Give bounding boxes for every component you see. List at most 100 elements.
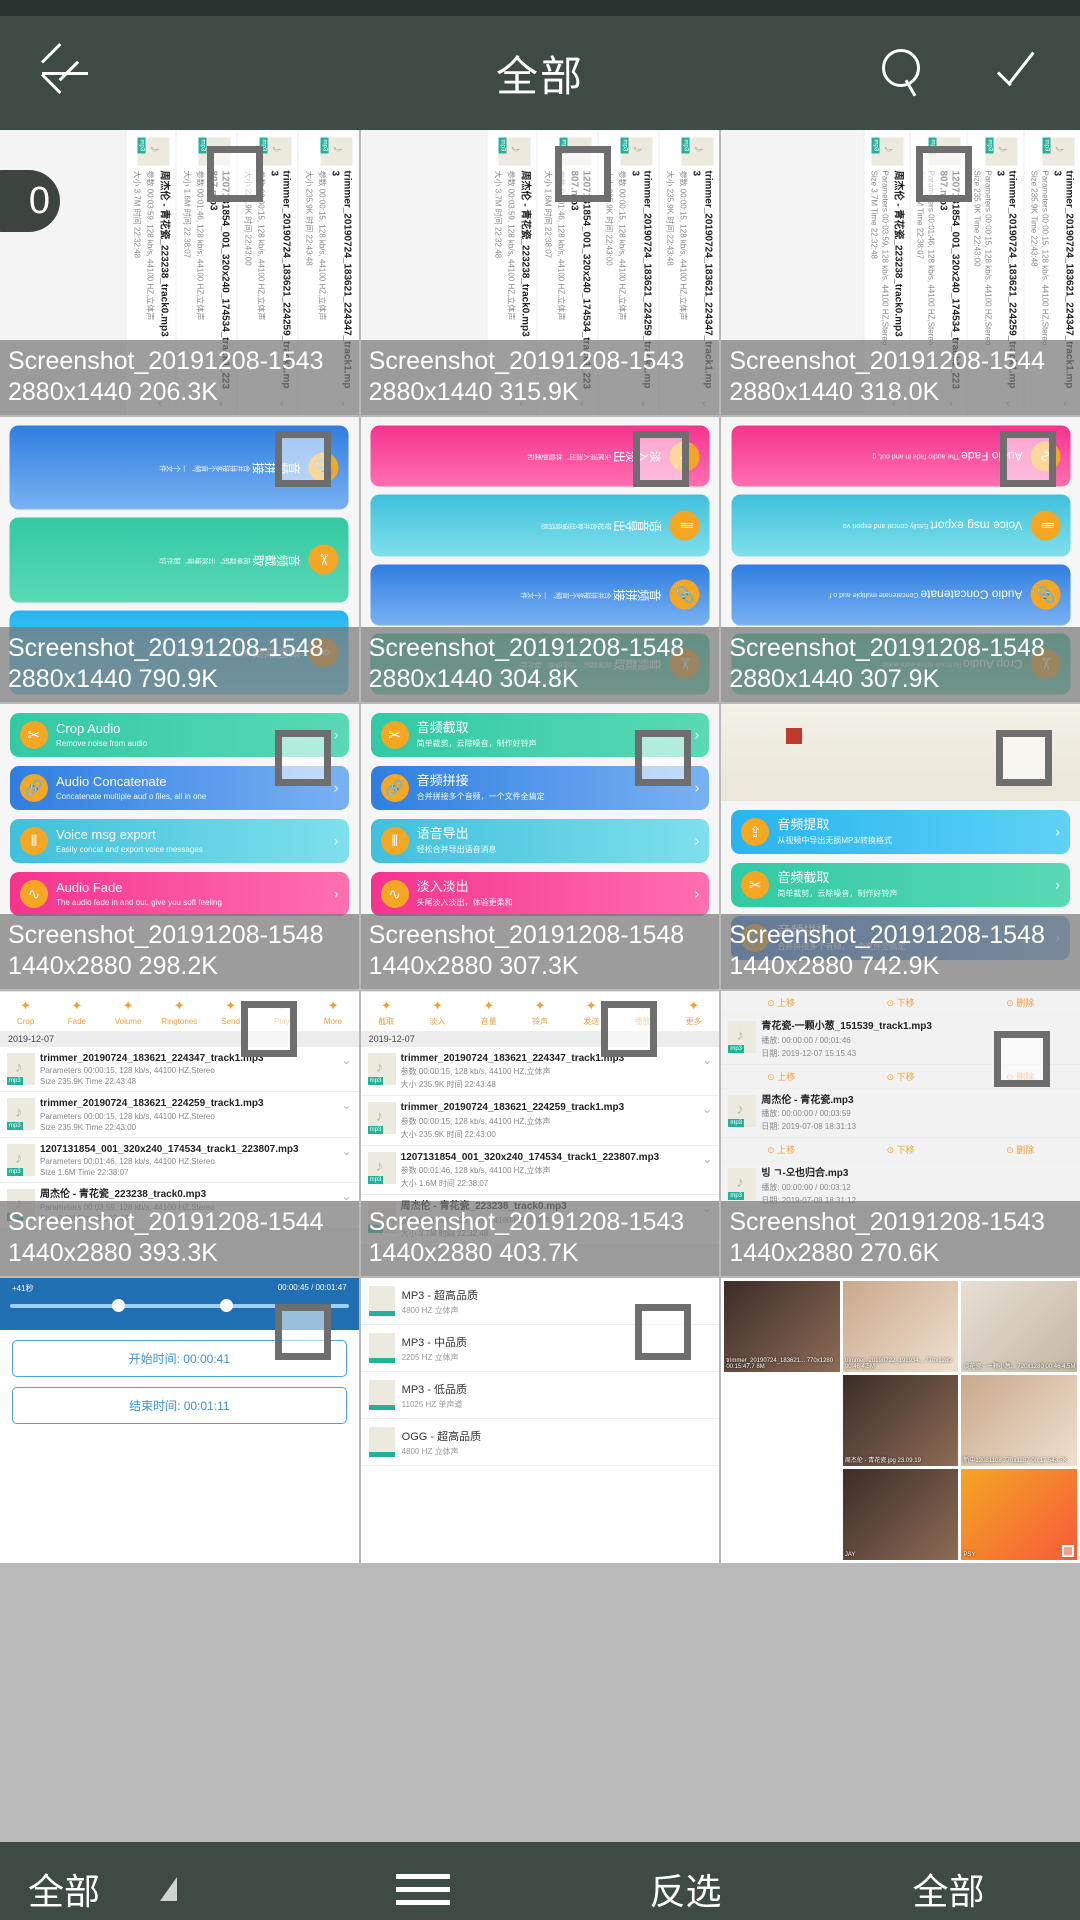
triangle-dropdown-icon[interactable] [160,1877,178,1901]
chevron-down-icon[interactable]: ⌄ [342,1144,352,1158]
delete-button[interactable]: ⊙ 删除 [960,991,1080,1014]
feature-card[interactable]: ✂ 音频截取 简单裁剪，云除噪音，制作好铃声 › [731,862,1070,907]
select-all-button[interactable]: 全部 [817,1863,1080,1915]
chevron-down-icon[interactable]: ⌄ [702,1152,712,1166]
grid-item[interactable]: ∿Audio FadeThe audio fade in and out, g⦀… [721,417,1080,702]
toolbar-铃声[interactable]: ✦ 铃声 [514,996,565,1028]
chevron-down-icon[interactable]: ⌄ [342,1053,352,1067]
move-down-button[interactable]: ⊙ 下移 [841,1065,961,1088]
toolbar-淡入[interactable]: ✦ 淡入 [412,996,463,1028]
gallery-tile[interactable] [724,1469,840,1560]
gallery-tile[interactable]: JAY [842,1469,959,1560]
audio-list-row[interactable]: ♪ trimmer_20190724_183621_224259_track1.m… [0,1092,359,1138]
grid-item[interactable]: ⇪ 音频提取 从视频中导出无损MP3/转换格式 › ✂ 音频截取 简单裁剪，云除噪音，制作好… [721,704,1080,989]
feature-card[interactable]: ∿ Audio Fade The audio fade in and out, gi… [10,872,349,916]
grid-item[interactable]: ⊙ 上移⊙ 下移⊙ 删除♪青花瓷-一颗小葱_151539_track1.mp3播… [721,991,1080,1276]
chevron-down-icon[interactable]: ⌄ [702,1102,712,1116]
selection-checkbox[interactable] [240,1001,297,1057]
waveform-icon: ⦀ [669,509,700,540]
selection-checkbox[interactable] [993,1031,1050,1087]
move-list-row[interactable]: ♪周杰伦 - 青花瓷.mp3播放: 00:00:00 / 00:03:59日期:… [721,1089,1080,1138]
quality-option-row[interactable]: OGG - 超高品质 4800 HZ 立体声 [360,1419,720,1466]
grid-item[interactable]: ✂ 音频截取 简单裁剪，云除噪音，制作好铃声 › 🔗 音频拼接 合并拼接多个音频，一个文件全… [360,704,720,989]
feature-card[interactable]: 🔗 Audio Concatenate Concatenate multiple a… [731,563,1071,625]
grid-item[interactable]: ∿淡入淡出头尾淡入淡出，体验更柔和⦀语音导出轻松合并导出语音消息🔗音频拼接合并拼… [360,417,720,702]
move-up-button[interactable]: ⊙ 上移 [721,991,841,1014]
selection-checkbox[interactable] [206,146,263,202]
audio-list-row[interactable]: ♪ 1207131854_001_320x240_174534_track1_22… [0,1138,359,1183]
toolbar-更多[interactable]: ✦ 更多 [668,996,719,1028]
selection-checkbox[interactable] [274,730,331,786]
grid-item[interactable]: ♪trimmer_20190724_183621_224347_track1.m… [360,130,720,415]
selection-checkbox[interactable] [635,730,692,786]
hamburger-menu-icon[interactable] [395,1874,450,1905]
grid-item[interactable]: ♪trimmer_20190724_183621_224347_track1.m… [721,130,1080,415]
gallery-checkbox[interactable] [824,1545,837,1557]
selection-checkbox[interactable] [995,730,1052,786]
selection-checkbox[interactable] [635,1304,692,1360]
audio-list-row[interactable]: ♪trimmer_20190724_183621_224347_track1.m… [360,1047,720,1096]
gallery-checkbox[interactable] [1061,1545,1074,1557]
back-arrow-icon[interactable] [34,43,94,103]
selection-checkbox[interactable] [633,431,690,487]
feature-card[interactable]: ⦀ Voice msg export Easily concat and expor… [731,494,1071,556]
feature-card[interactable]: ⦀ 语音导出 轻松合并导出语音消息 [370,494,710,556]
link-icon: 🔗 [20,774,48,802]
selection-checkbox[interactable] [274,1304,331,1360]
feature-card[interactable]: ⦀ 语音导出 轻松合并导出语音消息 › [370,819,710,863]
gallery-tile[interactable]: 淡花瓷 - 一颗小葱... 720x1280 00:46 4.5M [961,1281,1077,1372]
grid-item[interactable]: ♪trimmer_20190724_183621_224347_track1.m… [0,130,359,415]
grid-item[interactable]: 🔗音频拼接合并拼接多个音频，一个文件✂音频截取简单裁剪，云除噪音，制作好⇪音频提… [0,417,359,702]
quality-option-row[interactable]: MP3 - 低品质 11025 HZ 单声道 [360,1372,720,1419]
selection-checkbox[interactable] [601,1001,658,1057]
audio-list-row[interactable]: ♪ 1207131854_001_320x240_174534_track1_22… [360,1146,720,1195]
gallery-tile[interactable]: trimmer_20190724_183621... 770x1280 00:1… [724,1281,840,1372]
toolbar-截取[interactable]: ✦ 截取 [361,996,412,1028]
selection-checkbox[interactable] [274,431,331,487]
check-icon[interactable] [994,47,1046,99]
end-time-button[interactable]: 结束时间: 00:01:11 [12,1387,347,1424]
gallery-tile[interactable]: 新中12081108 770x1287 00:17 543.7K [961,1375,1077,1466]
gallery-tile[interactable]: PSY [961,1469,1077,1560]
slider-handle-right[interactable] [219,1299,233,1312]
filter-all-button[interactable]: 全部 [0,1863,291,1915]
toolbar-More[interactable]: ✦ More [307,996,358,1028]
grid-item[interactable]: ✦Crop✦Fade✦Volume✦Ringtones✦Send✦Play✦Mo… [0,991,359,1276]
gallery-tile[interactable] [724,1375,840,1466]
feature-card[interactable]: ⇪ 音频提取 从视频中导出无损MP3/转换格式 › [731,809,1070,854]
slider-handle-left[interactable] [111,1299,125,1312]
feature-card[interactable]: ∿ 淡入淡出 头尾淡入淡出，体验更柔和 › [370,872,710,916]
move-down-button[interactable]: ⊙ 下移 [841,991,961,1014]
grid-item[interactable]: ✂ Crop Audio Remove noise from audio › 🔗 Audi… [0,704,359,989]
selection-checkbox[interactable] [999,431,1056,487]
gallery-tile[interactable]: 周杰伦 - 青花瓷.jpg 23.09.19 [842,1375,959,1466]
toolbar-Volume[interactable]: ✦ Volume [102,996,153,1028]
toolbar-Ringtones[interactable]: ✦ Ringtones [154,996,205,1028]
move-up-button[interactable]: ⊙ 上移 [721,1065,841,1088]
toolbar-音量[interactable]: ✦ 音量 [463,996,514,1028]
move-down-button[interactable]: ⊙ 下移 [841,1138,961,1161]
move-up-button[interactable]: ⊙ 上移 [721,1138,841,1161]
invert-selection-button[interactable]: 反选 [554,1863,817,1915]
grid-item[interactable]: ✦截取✦淡入✦音量✦铃声✦发送✦播放✦更多 2019-12-07 ♪trimme… [360,991,720,1276]
delete-button[interactable]: ⊙ 删除 [960,1138,1080,1161]
audio-list-row[interactable]: ♪trimmer_20190724_183621_224347_track1.m… [0,1047,359,1092]
feature-card[interactable]: ⦀ Voice msg export Easily concat and expor… [10,819,349,863]
grid-item[interactable]: trimmer_20190724_183621... 770x1280 00:1… [721,1278,1080,1563]
toolbar-Crop[interactable]: ✦ Crop [0,996,51,1028]
menu-button[interactable] [291,1874,554,1905]
chevron-down-icon[interactable]: ⌄ [342,1098,352,1112]
feature-card[interactable]: ✂ 音频截取简单裁剪，云除噪音，制作好 [9,517,349,602]
toolbar-Fade[interactable]: ✦ Fade [51,996,102,1028]
chevron-down-icon[interactable]: ⌄ [702,1053,712,1067]
quality-name: OGG - 超高品质 [401,1430,482,1443]
feature-card[interactable]: 🔗 音频拼接合并拼接多个音频，一个文件 [370,563,710,625]
grid-item[interactable]: MP3 - 超高品质 4800 HZ 立体声 MP3 - 中品质 2205 HZ 立体… [360,1278,720,1563]
selection-checkbox[interactable] [915,146,972,202]
search-icon[interactable] [878,47,930,99]
link-icon: 🔗 [380,774,409,802]
grid-item[interactable]: +41秒 00:00:45 / 00:01:47 开始时间: 00:00:41 … [0,1278,359,1563]
audio-list-row[interactable]: ♪ trimmer_20190724_183621_224259_track1.m… [360,1096,720,1146]
gallery-tile[interactable]: trimmer_20190722_191934... 770x1280 00:4… [842,1281,959,1372]
selection-checkbox[interactable] [555,146,612,202]
